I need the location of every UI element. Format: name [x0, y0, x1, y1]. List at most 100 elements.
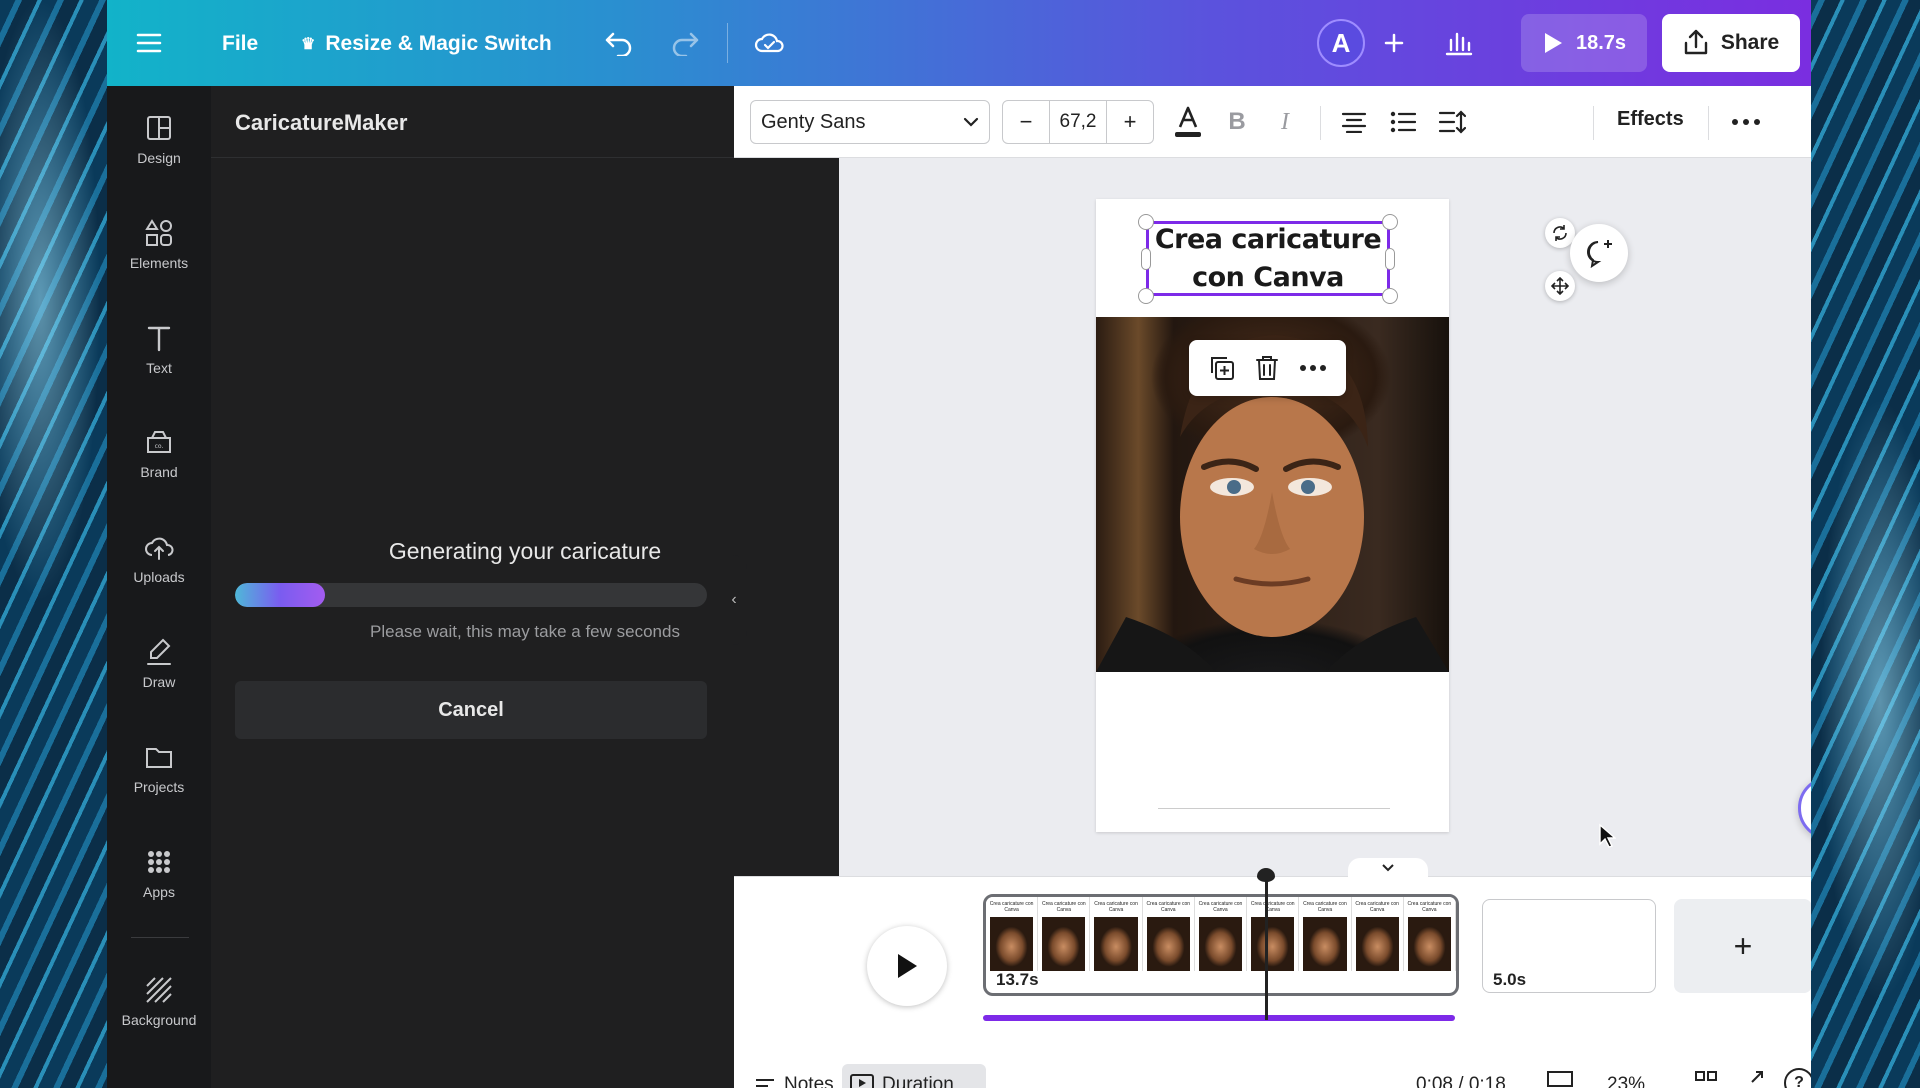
background-icon	[146, 977, 172, 1003]
thumbnail-title: Crea caricature con Canva	[1042, 901, 1086, 913]
duplicate-icon[interactable]	[1208, 354, 1236, 382]
add-collaborator-icon[interactable]	[1374, 23, 1414, 63]
page-view-icon[interactable]	[1546, 1070, 1574, 1088]
resize-magic-switch-button[interactable]: ♛ Resize & Magic Switch	[301, 32, 552, 56]
thumbnail-face	[1094, 917, 1138, 971]
font-name: Genty Sans	[761, 110, 866, 133]
timeline-clip-2[interactable]: 5.0s	[1482, 899, 1656, 993]
toolbar-divider	[1320, 106, 1321, 140]
panel-title: CaricatureMaker	[235, 110, 408, 135]
svg-text:co.: co.	[155, 443, 164, 450]
collapse-timeline-button[interactable]	[1348, 858, 1428, 878]
cancel-button[interactable]: Cancel	[235, 681, 707, 739]
element-context-menu	[1189, 340, 1346, 396]
rail-divider	[131, 937, 189, 938]
rail-label: Draw	[142, 674, 176, 690]
duration-button[interactable]: Duration	[842, 1064, 986, 1088]
rail-item-text[interactable]: Text	[107, 322, 211, 402]
line-spacing-icon[interactable]	[1434, 104, 1470, 140]
rail-item-brand[interactable]: co. Brand	[107, 426, 211, 506]
draw-icon	[147, 638, 171, 665]
rail-label: Elements	[129, 255, 189, 271]
toolbar-divider	[1593, 106, 1594, 140]
clip-thumbnail: Crea caricature con Canva	[1351, 897, 1404, 971]
generation-progress-bar	[235, 583, 707, 607]
avatar[interactable]: A	[1317, 19, 1365, 67]
thumbnail-face	[1355, 917, 1399, 971]
chevron-down-icon	[1382, 864, 1394, 872]
cancel-label: Cancel	[438, 698, 504, 721]
playhead[interactable]	[1265, 872, 1268, 1020]
insights-chart-icon[interactable]	[1439, 23, 1479, 63]
chevron-left-icon: ‹	[731, 591, 737, 608]
rail-item-background[interactable]: Background	[107, 974, 211, 1054]
rail-item-projects[interactable]: Projects	[107, 741, 211, 821]
page-divider-line	[1158, 808, 1390, 809]
collapse-panel-button[interactable]: ‹	[721, 555, 747, 645]
rail-item-uploads[interactable]: Uploads	[107, 531, 211, 611]
fullscreen-icon[interactable]	[1744, 1070, 1764, 1088]
trash-icon[interactable]	[1254, 354, 1280, 382]
divider	[727, 23, 728, 63]
thumbnail-title: Crea caricature con Canva	[989, 901, 1034, 913]
thumbnail-face	[990, 917, 1034, 971]
resize-handle-side[interactable]	[1141, 248, 1151, 270]
notes-icon	[756, 1079, 774, 1087]
rail-item-apps[interactable]: Apps	[107, 846, 211, 926]
rail-label: Apps	[143, 884, 175, 900]
cloud-saved-icon[interactable]	[750, 23, 790, 63]
rail-item-elements[interactable]: Elements	[107, 217, 211, 297]
font-size-input[interactable]: 67,2	[1049, 100, 1107, 144]
play-duration: 18.7s	[1575, 31, 1627, 54]
shapes-icon	[145, 219, 172, 246]
resize-handle[interactable]	[1138, 288, 1154, 304]
timeline-clip-1[interactable]: Crea caricature con Canva Crea caricature…	[983, 894, 1459, 996]
rail-item-design[interactable]: Design	[107, 112, 211, 192]
text-icon	[147, 326, 171, 352]
clip-thumbnail: Crea caricature con Canva	[986, 897, 1039, 971]
toolbar-divider	[1708, 106, 1709, 140]
playhead-handle[interactable]	[1257, 868, 1275, 882]
redo-icon[interactable]	[665, 23, 705, 63]
clip-thumbnail: Crea caricature con Canva	[1247, 897, 1300, 971]
help-icon[interactable]: ?	[1784, 1068, 1811, 1088]
resize-label: Resize & Magic Switch	[325, 32, 552, 55]
zoom-level[interactable]: 23%	[1607, 1074, 1645, 1088]
text-color-icon[interactable]	[1170, 104, 1206, 140]
crown-icon: ♛	[301, 36, 316, 53]
font-family-select[interactable]: Genty Sans	[750, 100, 990, 144]
rail-label: Uploads	[133, 569, 185, 585]
add-page-button[interactable]: +	[1674, 899, 1811, 993]
file-menu[interactable]: File	[222, 32, 258, 56]
text-selection-box[interactable]	[1146, 221, 1390, 296]
more-options-icon[interactable]	[1299, 364, 1327, 372]
resize-handle[interactable]	[1382, 288, 1398, 304]
rail-item-draw[interactable]: Draw	[107, 636, 211, 716]
resize-handle-side[interactable]	[1385, 248, 1395, 270]
undo-icon[interactable]	[599, 23, 639, 63]
bulleted-list-icon[interactable]	[1385, 104, 1421, 140]
cloud-upload-icon	[145, 537, 174, 560]
increase-font-size-button[interactable]: +	[1107, 100, 1153, 144]
timeline-play-button[interactable]	[867, 926, 947, 1006]
decrease-font-size-button[interactable]: −	[1003, 100, 1049, 144]
present-play-button[interactable]: 18.7s	[1521, 14, 1647, 72]
align-center-icon[interactable]	[1336, 104, 1372, 140]
menu-icon[interactable]	[129, 23, 169, 63]
notes-button[interactable]: Notes	[754, 1074, 834, 1088]
resize-handle[interactable]	[1382, 214, 1398, 230]
italic-icon[interactable]: I	[1267, 104, 1303, 140]
add-comment-button[interactable]	[1570, 224, 1628, 282]
move-icon[interactable]	[1545, 271, 1575, 301]
comment-plus-icon	[1587, 240, 1612, 268]
resize-handle[interactable]	[1138, 214, 1154, 230]
magic-assistant-button[interactable]	[1798, 776, 1811, 840]
avatar-initial: A	[1331, 27, 1351, 58]
share-button[interactable]: Share	[1662, 14, 1800, 72]
effects-button[interactable]: Effects	[1617, 108, 1684, 131]
thumbnail-title: Crea caricature con Canva	[1407, 901, 1452, 913]
thumbnail-title: Crea caricature con Canva	[1303, 901, 1347, 913]
bold-icon[interactable]: B	[1219, 104, 1255, 140]
grid-view-icon[interactable]	[1694, 1070, 1718, 1088]
more-options-icon[interactable]	[1728, 104, 1764, 140]
